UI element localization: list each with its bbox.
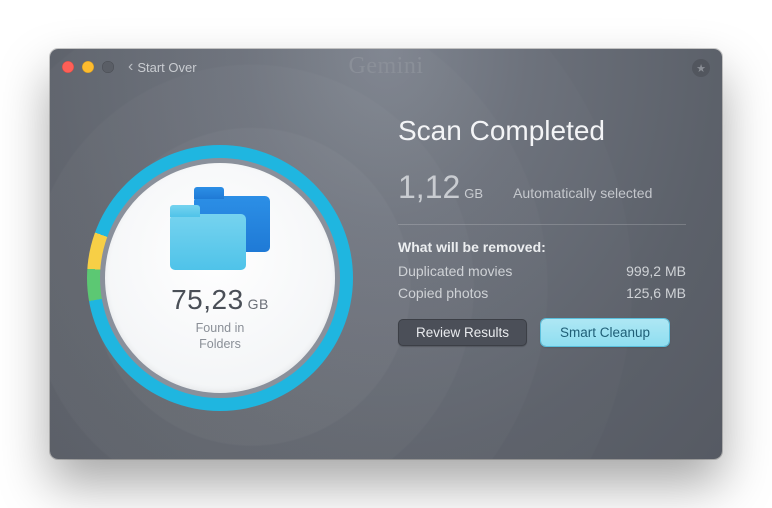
- titlebar: ‹ Start Over Gemini ★: [50, 49, 722, 85]
- selected-size-unit: GB: [464, 186, 483, 201]
- app-title: Gemini: [349, 53, 424, 80]
- selected-label: Automatically selected: [513, 185, 652, 201]
- selected-row: 1,12 GB Automatically selected: [398, 169, 686, 206]
- remove-item: Copied photos 125,6 MB: [398, 285, 686, 301]
- favorite-icon[interactable]: ★: [692, 59, 710, 77]
- remove-item-label: Duplicated movies: [398, 263, 512, 279]
- remove-item-label: Copied photos: [398, 285, 488, 301]
- app-window: ‹ Start Over Gemini ★ 75,23GB: [50, 49, 722, 459]
- review-results-button[interactable]: Review Results: [398, 319, 527, 346]
- remove-item: Duplicated movies 999,2 MB: [398, 263, 686, 279]
- selected-size: 1,12 GB: [398, 169, 483, 206]
- scanned-caption: Found in Folders: [196, 320, 245, 353]
- scan-circle: 75,23GB Found in Folders: [105, 163, 335, 393]
- content-area: 75,23GB Found in Folders Scan Completed …: [50, 97, 722, 459]
- start-over-label: Start Over: [137, 60, 196, 75]
- zoom-icon: [102, 61, 114, 73]
- minimize-icon[interactable]: [82, 61, 94, 73]
- remove-item-size: 125,6 MB: [626, 285, 686, 301]
- action-buttons: Review Results Smart Cleanup: [398, 319, 686, 346]
- scanned-size: 75,23GB: [171, 284, 269, 316]
- remove-heading: What will be removed:: [398, 239, 686, 255]
- divider: [398, 224, 686, 225]
- scanned-size-unit: GB: [248, 296, 269, 312]
- folders-icon: [170, 196, 270, 270]
- scanned-size-value: 75,23: [171, 284, 244, 315]
- traffic-lights: [62, 61, 114, 73]
- results-panel: Scan Completed 1,12 GB Automatically sele…: [390, 97, 722, 459]
- smart-cleanup-button[interactable]: Smart Cleanup: [541, 319, 669, 346]
- selected-size-value: 1,12: [398, 169, 460, 205]
- close-icon[interactable]: [62, 61, 74, 73]
- scan-summary-panel: 75,23GB Found in Folders: [50, 97, 390, 459]
- chevron-left-icon: ‹: [128, 59, 133, 75]
- start-over-button[interactable]: ‹ Start Over: [128, 59, 197, 75]
- remove-item-size: 999,2 MB: [626, 263, 686, 279]
- results-heading: Scan Completed: [398, 115, 686, 147]
- progress-ring: 75,23GB Found in Folders: [87, 145, 353, 411]
